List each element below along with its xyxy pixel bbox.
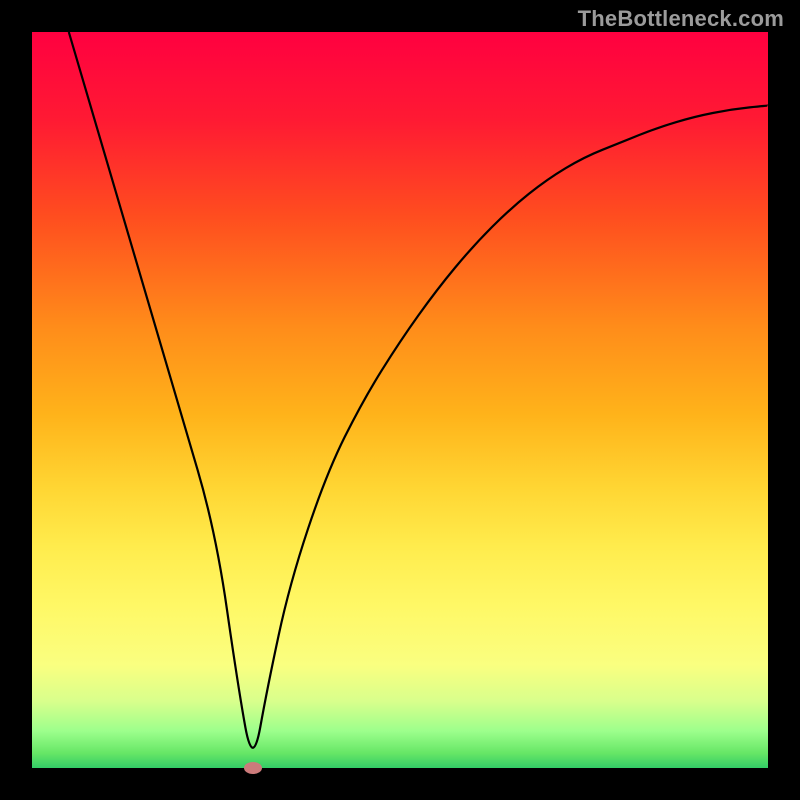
chart-frame: TheBottleneck.com — [0, 0, 800, 800]
plot-area — [32, 32, 768, 768]
min-marker — [244, 762, 262, 774]
curve-svg — [32, 32, 768, 768]
curve-path — [69, 32, 768, 748]
watermark-text: TheBottleneck.com — [578, 6, 784, 32]
